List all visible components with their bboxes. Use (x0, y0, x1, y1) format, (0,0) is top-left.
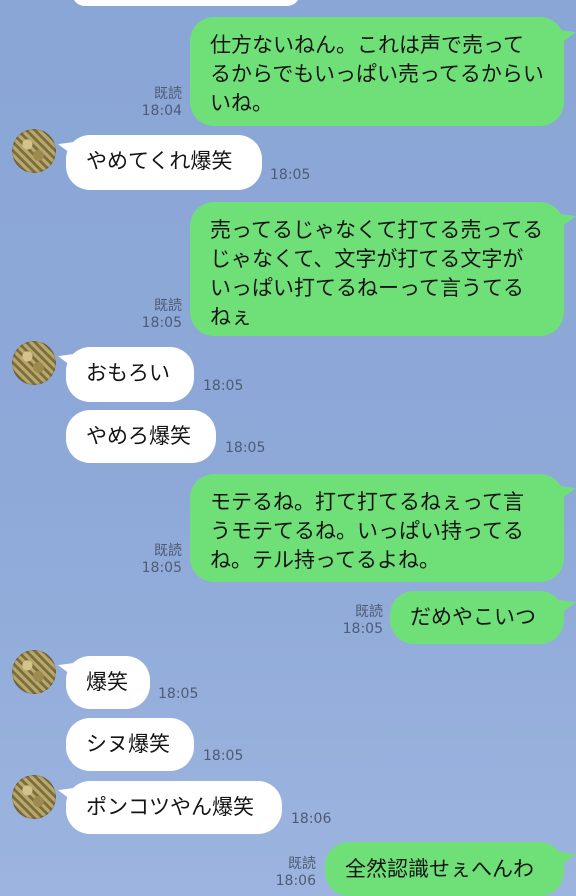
message-bubble[interactable]: モテるね。打て打てるねぇって言うモテてるね。いっぱい持ってるね。テル持ってるよね… (190, 474, 564, 582)
contact-avatar-icon[interactable] (12, 650, 56, 694)
message-meta: 既読 18:05 (136, 543, 182, 577)
message-time: 18:05 (342, 621, 383, 637)
read-receipt: 既読 (355, 604, 383, 620)
message-bubble[interactable]: 売ってるじゃなくて打てる売ってるじゃなくて、文字が打てる文字がいっぱい打てるねー… (190, 202, 564, 336)
bubble-tail (560, 214, 576, 228)
chat-area[interactable]: 仕方ないねん。これは声で売ってるからでもいっぱい売ってるからいいね。 既読 18… (0, 0, 576, 896)
bubble-tail (560, 486, 576, 500)
message-time: 18:05 (203, 748, 244, 764)
message-text: ポンコツやん爆笑 (86, 795, 254, 819)
message-time: 18:06 (291, 811, 332, 827)
message-bubble[interactable]: シヌ爆笑 (66, 718, 194, 771)
contact-avatar-icon[interactable] (12, 129, 56, 173)
message-bubble-partial (72, 0, 300, 6)
message-bubble[interactable]: 仕方ないねん。これは声で売ってるからでもいっぱい売ってるからいいね。 (190, 17, 564, 126)
message-time: 18:05 (225, 440, 266, 456)
read-receipt: 既読 (154, 298, 182, 314)
bubble-tail (560, 30, 576, 44)
message-bubble[interactable]: 爆笑 (66, 656, 150, 709)
read-receipt: 既読 (154, 86, 182, 102)
message-text: おもろい (86, 361, 170, 385)
bubble-tail (560, 600, 576, 614)
message-time: 18:04 (141, 103, 182, 119)
message-meta: 既読 18:06 (270, 856, 316, 890)
message-text: だめやこいつ (410, 605, 536, 629)
read-receipt: 既読 (154, 543, 182, 559)
message-meta: 既読 18:05 (337, 604, 383, 638)
read-receipt: 既読 (288, 856, 316, 872)
message-bubble[interactable]: ポンコツやん爆笑 (66, 781, 282, 834)
message-text: シヌ爆笑 (86, 732, 170, 756)
message-time: 18:05 (270, 167, 311, 183)
message-text: やめろ爆笑 (86, 424, 191, 448)
contact-avatar-icon[interactable] (12, 775, 56, 819)
message-bubble[interactable]: おもろい (66, 347, 194, 402)
message-text: やめてくれ爆笑 (86, 149, 233, 173)
message-bubble[interactable]: 全然認識せぇへんわ (325, 842, 564, 896)
message-time: 18:05 (141, 560, 182, 576)
message-bubble[interactable]: だめやこいつ (390, 591, 564, 644)
contact-avatar-icon[interactable] (12, 341, 56, 385)
message-text: 売ってるじゃなくて打てる売ってるじゃなくて、文字が打てる文字がいっぱい打てるねー… (210, 218, 544, 329)
message-text: 仕方ないねん。これは声で売ってるからでもいっぱい売ってるからいいね。 (210, 33, 544, 115)
message-time: 18:05 (141, 315, 182, 331)
message-meta: 既読 18:05 (136, 298, 182, 332)
message-meta: 既読 18:04 (136, 86, 182, 120)
message-text: 全然認識せぇへんわ (345, 857, 534, 881)
message-time: 18:05 (158, 686, 199, 702)
message-bubble[interactable]: やめてくれ爆笑 (66, 135, 262, 190)
message-time: 18:06 (275, 873, 316, 889)
message-time: 18:05 (203, 378, 244, 394)
message-bubble[interactable]: やめろ爆笑 (66, 410, 216, 463)
message-text: モテるね。打て打てるねぇって言うモテてるね。いっぱい持ってるね。テル持ってるよね… (210, 490, 524, 572)
message-text: 爆笑 (86, 670, 128, 694)
bubble-tail (560, 852, 576, 866)
